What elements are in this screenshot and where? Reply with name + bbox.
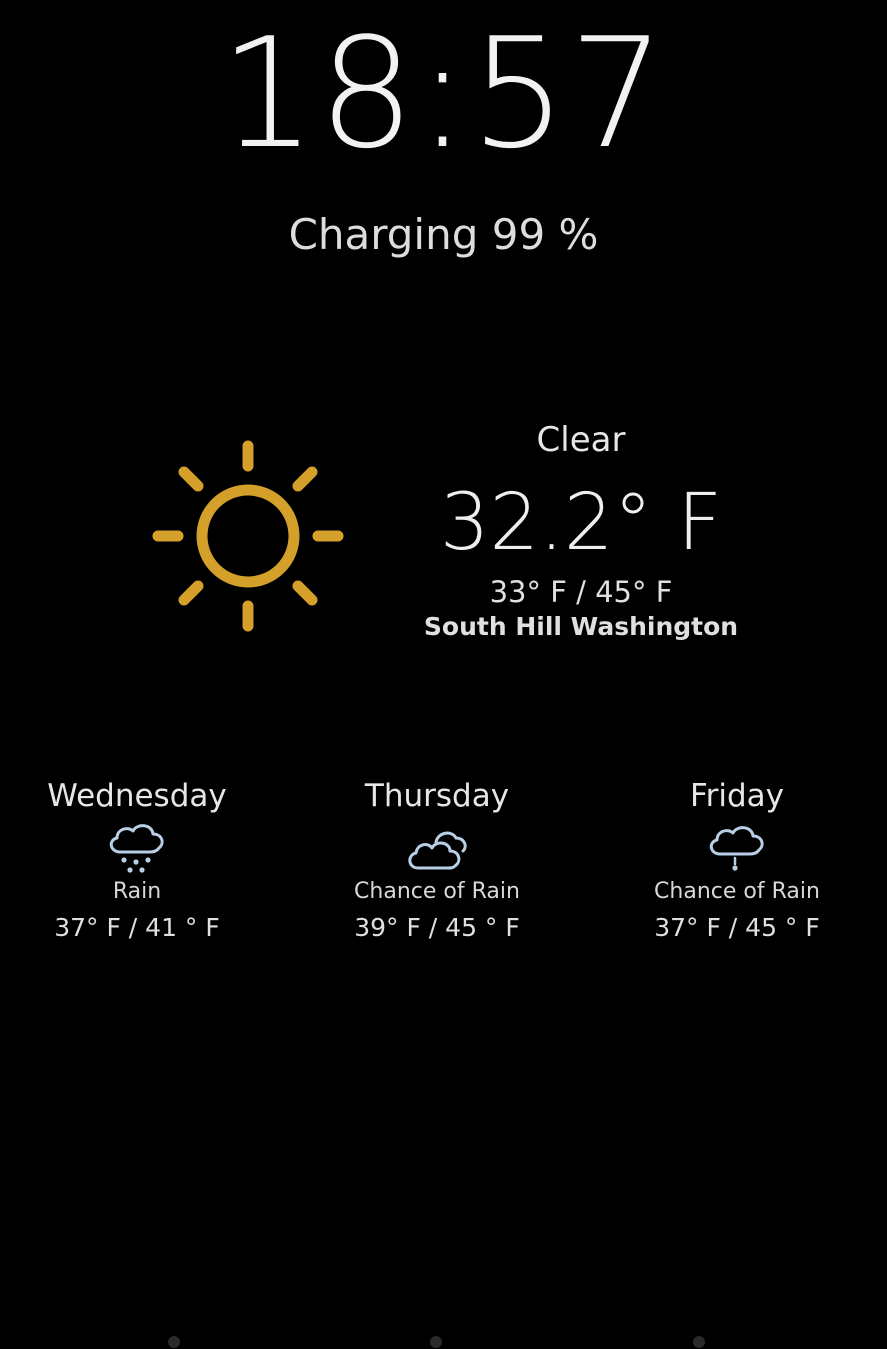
forecast-day-name: Wednesday [47,778,227,814]
forecast-condition: Chance of Rain [354,879,520,904]
current-weather: Clear 32.2° F 33° F / 45° F South Hill W… [420,420,742,642]
current-temp-range: 33° F / 45° F [489,575,673,609]
cloud-rain-icon [109,824,164,873]
forecast-day-name: Thursday [364,778,510,814]
forecast-day-friday: Friday Chance of Rain 37° F / 45 ° F [617,776,857,944]
current-condition: Clear [536,420,626,460]
forecast-condition: Chance of Rain [654,879,820,904]
forecast-day-thursday: Thursday Chance of Rain 39° F / 45 ° F [317,776,557,944]
location-name: South Hill Washington [423,612,739,641]
current-temperature: 32.2° F [439,478,723,568]
forecast-condition: Rain [112,879,162,904]
page-dot[interactable] [430,1336,442,1348]
clock-time: 18:57 [219,5,668,182]
charging-status: Charging 99 % [288,210,599,259]
forecast-temp-range: 37° F / 41 ° F [54,913,220,942]
forecast-day-wednesday: Wednesday Rain 37° F / 41 ° F [17,776,257,944]
cloud-drizzle-icon [709,826,764,871]
forecast-day-name: Friday [690,778,784,814]
forecast-temp-range: 37° F / 45 ° F [654,913,820,942]
sun-icon [152,440,344,632]
page-indicator [0,1330,887,1349]
cloud-icon [408,831,467,870]
page-dot[interactable] [168,1336,180,1348]
forecast-temp-range: 39° F / 45 ° F [354,913,520,942]
page-dot[interactable] [693,1336,705,1348]
